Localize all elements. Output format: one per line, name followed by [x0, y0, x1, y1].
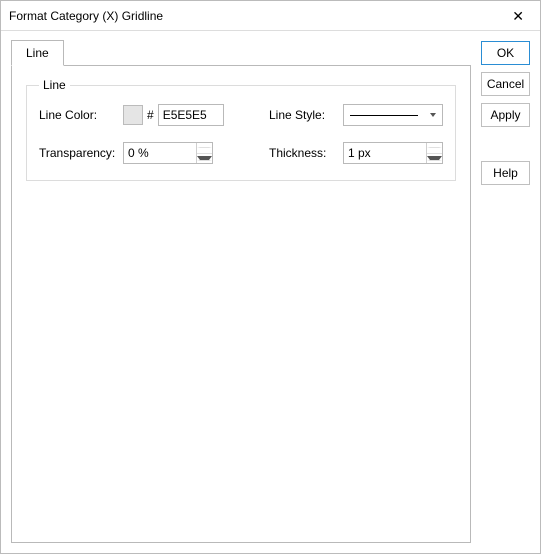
transparency-stepper[interactable]: [123, 142, 213, 164]
line-style-dropdown[interactable]: [343, 104, 443, 126]
apply-button[interactable]: Apply: [481, 103, 530, 127]
tab-line[interactable]: Line: [11, 40, 64, 66]
tab-label: Line: [26, 46, 49, 60]
window-title: Format Category (X) Gridline: [9, 9, 163, 23]
chevron-down-icon: [424, 113, 442, 117]
left-pane: Line Line Line Color: # Li: [11, 39, 471, 543]
line-style-label: Line Style:: [269, 108, 337, 122]
chevron-up-icon[interactable]: [197, 143, 212, 154]
close-icon[interactable]: ✕: [506, 7, 530, 25]
thickness-input[interactable]: [344, 143, 426, 163]
ok-button[interactable]: OK: [481, 41, 530, 65]
line-color-label: Line Color:: [39, 108, 117, 122]
solid-line-icon: [350, 115, 418, 116]
chevron-up-icon[interactable]: [427, 143, 442, 154]
cancel-button[interactable]: Cancel: [481, 72, 530, 96]
line-group: Line Line Color: # Line Style:: [26, 78, 456, 181]
titlebar: Format Category (X) Gridline ✕: [1, 1, 540, 31]
thickness-arrows: [426, 143, 442, 163]
transparency-label: Transparency:: [39, 146, 117, 160]
dialog-window: Format Category (X) Gridline ✕ Line Line…: [0, 0, 541, 554]
form-grid: Line Color: # Line Style:: [39, 104, 443, 164]
thickness-stepper[interactable]: [343, 142, 443, 164]
line-color-controls: #: [123, 104, 233, 126]
tab-panel: Line Line Color: # Line Style:: [11, 65, 471, 543]
button-column: OK Cancel Apply Help: [481, 39, 530, 543]
tab-row: Line: [11, 39, 471, 65]
help-button[interactable]: Help: [481, 161, 530, 185]
dialog-body: Line Line Line Color: # Li: [1, 31, 540, 553]
hex-input[interactable]: [158, 104, 224, 126]
thickness-label: Thickness:: [269, 146, 337, 160]
line-style-preview: [344, 115, 424, 116]
group-legend: Line: [39, 78, 70, 92]
transparency-arrows: [196, 143, 212, 163]
transparency-input[interactable]: [124, 143, 196, 163]
chevron-down-icon[interactable]: [427, 154, 442, 164]
hash-symbol: #: [147, 108, 154, 122]
chevron-down-icon[interactable]: [197, 154, 212, 164]
color-swatch[interactable]: [123, 105, 143, 125]
